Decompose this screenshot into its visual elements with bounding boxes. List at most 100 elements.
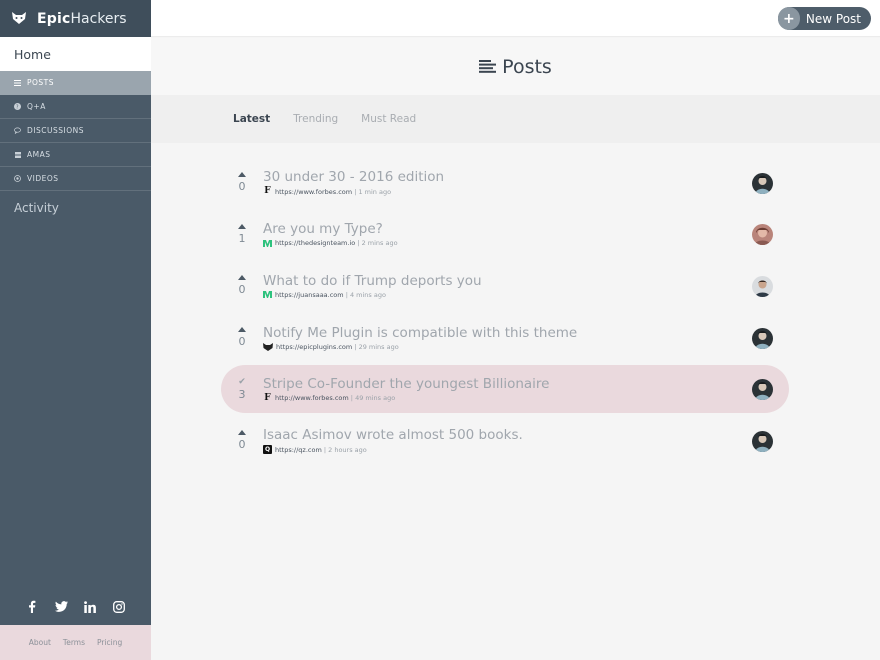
- footer-pricing-link[interactable]: Pricing: [97, 638, 122, 647]
- post-time: 2 hours ago: [328, 445, 367, 454]
- qz-favicon-icon: Q: [263, 445, 272, 455]
- vote-widget[interactable]: 0: [221, 430, 263, 451]
- avatar[interactable]: [752, 430, 773, 452]
- post-url[interactable]: https://thedesignteam.io: [275, 239, 355, 247]
- chat-icon: [14, 127, 21, 134]
- vote-widget[interactable]: 0: [221, 172, 263, 193]
- post-item[interactable]: 0 What to do if Trump deports you https:…: [221, 260, 789, 312]
- post-url[interactable]: http://www.forbes.com: [275, 394, 349, 402]
- vote-widget[interactable]: 0: [221, 275, 263, 296]
- sidebar-item-videos[interactable]: VIDEOS: [0, 167, 151, 191]
- page-title: Posts: [479, 56, 552, 78]
- upvote-arrow-icon[interactable]: [238, 172, 246, 178]
- upvote-arrow-icon[interactable]: [238, 430, 246, 436]
- post-meta: https://epicplugins.com | 29 mins ago: [263, 342, 789, 351]
- sidebar-item-qa[interactable]: ? Q+A: [0, 95, 151, 119]
- tab-must-read[interactable]: Must Read: [361, 113, 416, 125]
- sidebar-footer: About Terms Pricing: [0, 625, 151, 660]
- avatar[interactable]: [752, 275, 773, 297]
- sidebar-item-label: VIDEOS: [27, 174, 59, 183]
- brand-name-bold: Epic: [37, 10, 71, 27]
- post-url[interactable]: https://epicplugins.com: [276, 343, 352, 351]
- brand[interactable]: Epic Hackers: [0, 0, 151, 37]
- sidebar-item-amas[interactable]: AMAS: [0, 143, 151, 167]
- sidebar-item-posts[interactable]: POSTS: [0, 71, 162, 95]
- post-body: Stripe Co-Founder the youngest Billionai…: [263, 376, 789, 403]
- vote-widget[interactable]: 1: [221, 223, 263, 245]
- upvote-arrow-icon[interactable]: [238, 327, 246, 333]
- post-url[interactable]: https://qz.com: [275, 446, 322, 454]
- facebook-icon[interactable]: [25, 599, 40, 614]
- sidebar-activity[interactable]: Activity: [0, 191, 151, 225]
- post-body: Isaac Asimov wrote almost 500 books. Q h…: [263, 427, 789, 455]
- instagram-icon[interactable]: [112, 599, 127, 614]
- play-icon: [14, 175, 21, 182]
- upvote-arrow-icon[interactable]: [238, 223, 246, 229]
- vote-widget[interactable]: 0: [221, 327, 263, 348]
- avatar[interactable]: [752, 172, 773, 194]
- upvote-arrow-icon[interactable]: [238, 275, 246, 281]
- post-item[interactable]: 0 Notify Me Plugin is compatible with th…: [221, 312, 789, 364]
- list-icon: [479, 56, 497, 78]
- post-body: What to do if Trump deports you https://…: [263, 273, 789, 299]
- post-meta: F https://www.forbes.com | 1 min ago: [264, 186, 392, 197]
- post-title[interactable]: Notify Me Plugin is compatible with this…: [263, 325, 789, 342]
- post-title[interactable]: What to do if Trump deports you: [263, 273, 789, 290]
- post-time: 29 mins ago: [358, 342, 399, 351]
- post-body: Notify Me Plugin is compatible with this…: [263, 325, 789, 351]
- post-title[interactable]: Stripe Co-Founder the youngest Billionai…: [263, 376, 789, 393]
- footer-terms-link[interactable]: Terms: [63, 638, 85, 647]
- post-body: Are you my Type? https://thedesignteam.i…: [263, 221, 789, 247]
- fox-logo-icon: [11, 11, 27, 27]
- avatar[interactable]: [752, 327, 773, 349]
- post-meta: Q https://qz.com | 2 hours ago: [263, 445, 367, 455]
- footer-about-link[interactable]: About: [29, 638, 51, 647]
- twitter-icon[interactable]: [54, 599, 69, 614]
- post-item[interactable]: 0 30 under 30 - 2016 edition F https://w…: [221, 157, 789, 209]
- post-time: 1 min ago: [358, 187, 392, 196]
- sidebar-nav: POSTS ? Q+A DISCUSSIONS AMAS VIDEOS: [0, 71, 162, 191]
- sidebar-item-label: POSTS: [27, 78, 55, 87]
- post-item-highlighted[interactable]: ✔ 3 Stripe Co-Founder the youngest Billi…: [221, 365, 789, 414]
- question-icon: ?: [14, 103, 21, 110]
- new-post-label: New Post: [805, 11, 861, 26]
- social-links: [0, 599, 151, 614]
- post-item[interactable]: 0 Isaac Asimov wrote almost 500 books. Q…: [221, 415, 789, 467]
- vote-count: 3: [238, 387, 246, 401]
- tab-trending[interactable]: Trending: [293, 113, 338, 125]
- sidebar: Epic Hackers Home POSTS ? Q+A DISCUSSION…: [0, 0, 162, 660]
- brand-name-light: Hackers: [70, 10, 127, 27]
- sidebar-item-label: AMAS: [27, 150, 51, 159]
- page-header: Posts: [151, 38, 880, 95]
- new-post-button[interactable]: + New Post: [777, 7, 871, 30]
- post-time: 4 mins ago: [349, 290, 386, 299]
- vote-widget[interactable]: ✔ 3: [221, 377, 263, 401]
- post-list: 0 30 under 30 - 2016 edition F https://w…: [221, 157, 789, 467]
- post-meta: https://thedesignteam.io | 2 mins ago: [263, 239, 789, 247]
- forbes-favicon-icon: F: [264, 186, 271, 197]
- linkedin-icon[interactable]: [83, 599, 98, 614]
- svg-text:?: ?: [16, 105, 19, 111]
- plus-icon: +: [777, 7, 800, 30]
- post-item[interactable]: 1 Are you my Type? https://thedesignteam…: [221, 209, 789, 261]
- vote-count: 0: [238, 180, 246, 194]
- sidebar-item-discussions[interactable]: DISCUSSIONS: [0, 119, 151, 143]
- post-meta: https://juansaaa.com | 4 mins ago: [263, 291, 789, 299]
- tab-latest[interactable]: Latest: [233, 113, 270, 125]
- forbes-favicon-icon: F: [264, 392, 271, 403]
- post-url[interactable]: https://www.forbes.com: [275, 188, 352, 196]
- page-title-text: Posts: [502, 55, 552, 78]
- sidebar-item-label: Q+A: [27, 102, 46, 111]
- epicplugins-favicon-icon: [263, 342, 273, 351]
- sidebar-home[interactable]: Home: [0, 37, 151, 71]
- medium-favicon-icon: [263, 291, 272, 299]
- post-url[interactable]: https://juansaaa.com: [275, 291, 344, 299]
- post-title[interactable]: Isaac Asimov wrote almost 500 books.: [263, 427, 789, 444]
- post-title[interactable]: Are you my Type?: [263, 221, 789, 238]
- vote-count: 1: [238, 231, 246, 245]
- post-body: 30 under 30 - 2016 edition F https://www…: [263, 169, 789, 196]
- post-title[interactable]: 30 under 30 - 2016 edition: [263, 169, 789, 186]
- voted-check-icon[interactable]: ✔: [238, 377, 246, 387]
- topbar: + New Post: [151, 0, 880, 37]
- tabs-bar: Latest Trending Must Read: [151, 95, 880, 143]
